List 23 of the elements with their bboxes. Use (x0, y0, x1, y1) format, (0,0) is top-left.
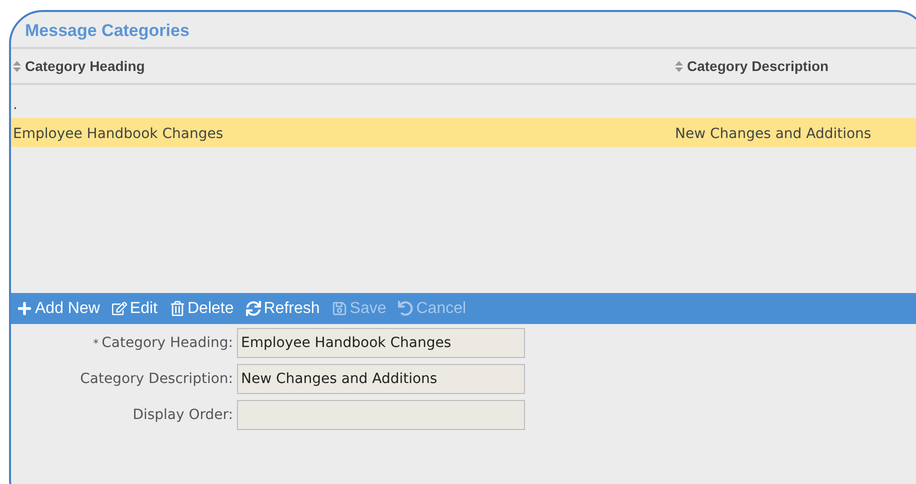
input-field[interactable] (237, 400, 525, 430)
save-icon (332, 301, 347, 316)
sort-icon[interactable] (13, 60, 21, 72)
field-label: Category Description: (80, 371, 233, 387)
required-mark: * (93, 336, 99, 350)
panel-title: Message Categories (11, 12, 916, 49)
plus-icon (17, 301, 32, 316)
table-cell: . (13, 97, 18, 113)
refresh-icon (246, 301, 261, 316)
input-field[interactable]: New Changes and Additions (237, 364, 525, 394)
trash-icon (170, 301, 184, 316)
sort-icon[interactable] (675, 60, 683, 72)
input-field[interactable]: Employee Handbook Changes (237, 328, 525, 358)
field-label: Display Order: (132, 407, 233, 423)
column-heading[interactable]: Category Heading (25, 58, 145, 74)
table-cell: New Changes and Additions (675, 126, 872, 142)
edit-icon (112, 301, 127, 316)
undo-icon (398, 301, 414, 316)
field-label: Category Heading: (102, 335, 233, 351)
column-heading[interactable]: Category Description (687, 58, 829, 74)
table-row[interactable]: Employee Handbook Changes New Changes and Additions (11, 118, 916, 147)
table-cell: Employee Handbook Changes (13, 126, 224, 142)
table-row[interactable]: . (11, 89, 916, 118)
